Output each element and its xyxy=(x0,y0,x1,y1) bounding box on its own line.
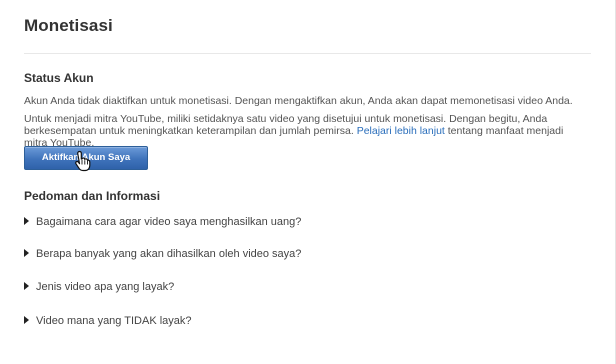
triangle-right-icon xyxy=(24,282,29,290)
account-status-heading: Status Akun xyxy=(24,71,94,85)
faq-item-earn-money[interactable]: Bagaimana cara agar video saya menghasil… xyxy=(24,214,301,230)
triangle-right-icon xyxy=(24,316,29,324)
triangle-right-icon xyxy=(24,249,29,257)
monetization-page: Monetisasi Status Akun Akun Anda tidak d… xyxy=(0,0,616,364)
learn-more-link[interactable]: Pelajari lebih lanjut xyxy=(357,125,445,137)
faq-item-label: Video mana yang TIDAK layak? xyxy=(36,315,192,327)
faq-item-label: Jenis video apa yang layak? xyxy=(36,281,175,293)
faq-item-label: Berapa banyak yang akan dihasilkan oleh … xyxy=(36,248,302,260)
faq-item-label: Bagaimana cara agar video saya menghasil… xyxy=(36,216,302,228)
page-title: Monetisasi xyxy=(24,16,113,35)
faq-item-eligible-videos[interactable]: Jenis video apa yang layak? xyxy=(24,279,174,295)
title-divider xyxy=(24,53,591,54)
faq-item-ineligible-videos[interactable]: Video mana yang TIDAK layak? xyxy=(24,313,192,329)
faq-item-how-much[interactable]: Berapa banyak yang akan dihasilkan oleh … xyxy=(24,246,301,262)
triangle-right-icon xyxy=(24,217,29,225)
activate-account-button[interactable]: Aktifkan Akun Saya xyxy=(24,146,148,170)
account-status-text: Akun Anda tidak diaktifkan untuk monetis… xyxy=(24,95,573,107)
partner-info-text: Untuk menjadi mitra YouTube, miliki seti… xyxy=(24,113,585,149)
guidelines-heading: Pedoman dan Informasi xyxy=(24,189,161,203)
